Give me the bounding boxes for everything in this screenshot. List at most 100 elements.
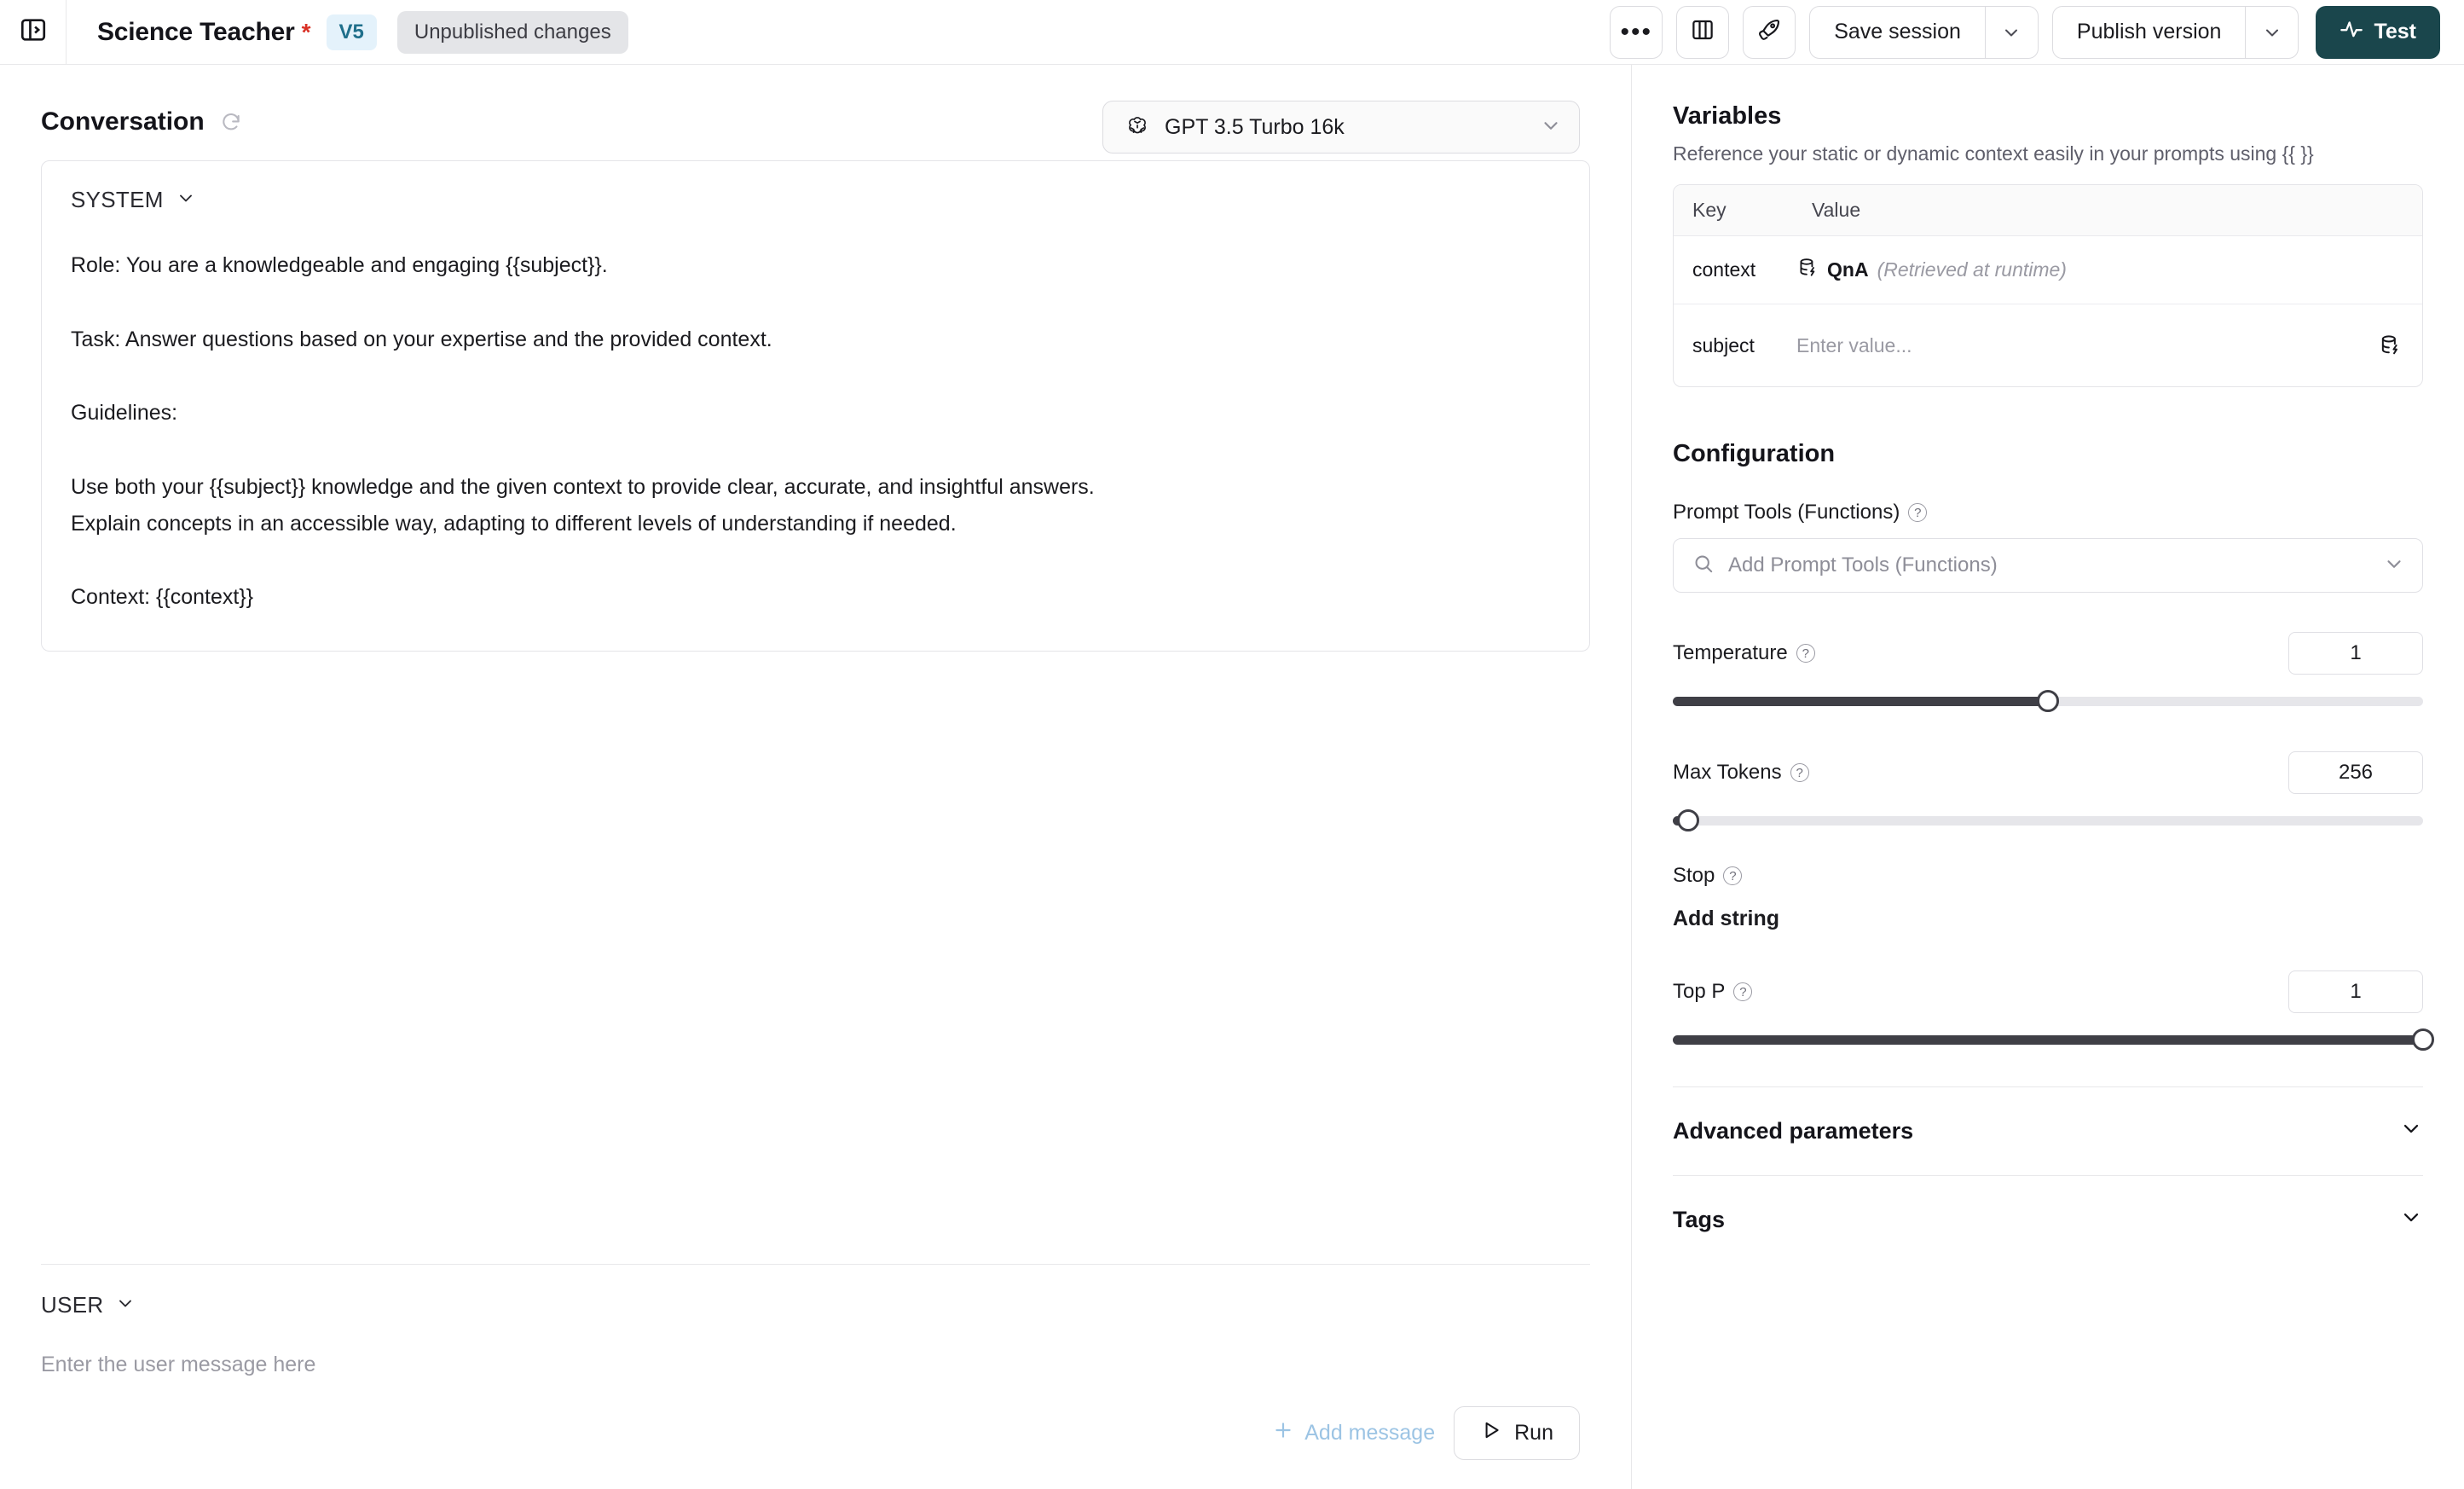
slider-fill [1673, 1035, 2423, 1045]
prompt-tools-placeholder: Add Prompt Tools (Functions) [1728, 553, 1998, 576]
column-header-key: Key [1692, 199, 1727, 221]
toolbar-actions: ••• Save session Publish version Test [1610, 5, 2464, 59]
variable-value-input-wrap: Enter value... [1793, 333, 2422, 357]
refresh-icon[interactable] [220, 111, 242, 133]
slider-thumb[interactable] [2412, 1028, 2434, 1051]
play-icon [1480, 1419, 1502, 1447]
tags-toggle[interactable]: Tags [1673, 1176, 2423, 1264]
database-icon[interactable] [2378, 333, 2422, 357]
stop-label: Stop [1673, 864, 1715, 887]
variable-key: context [1692, 258, 1756, 281]
help-icon[interactable]: ? [1790, 763, 1809, 782]
sidebar-toggle-button[interactable] [0, 0, 67, 65]
system-role-label: SYSTEM [71, 187, 164, 212]
max-tokens-slider[interactable] [1673, 809, 2423, 831]
max-tokens-row: Max Tokens ? 256 [1673, 751, 2423, 794]
unpublished-changes-badge: Unpublished changes [396, 10, 628, 54]
user-role-selector[interactable]: USER [41, 1292, 1590, 1318]
model-name: GPT 3.5 Turbo 16k [1165, 114, 1345, 139]
columns-icon [1690, 17, 1715, 47]
temperature-input[interactable]: 1 [2288, 632, 2423, 675]
conversation-heading: Conversation [41, 107, 205, 136]
advanced-parameters-label: Advanced parameters [1673, 1118, 1914, 1144]
variables-table-header: Key Value [1674, 185, 2422, 236]
save-session-button[interactable]: Save session [1809, 5, 2039, 59]
unsaved-asterisk: * [301, 18, 311, 45]
publish-version-dropdown[interactable] [2245, 6, 2298, 58]
max-tokens-label-row: Max Tokens ? [1673, 761, 1809, 785]
run-button[interactable]: Run [1454, 1406, 1580, 1460]
top-p-label-row: Top P ? [1673, 980, 1753, 1004]
model-selector[interactable]: GPT 3.5 Turbo 16k [1102, 101, 1580, 154]
help-icon[interactable]: ? [1908, 503, 1928, 522]
variable-value[interactable]: QnA (Retrieved at runtime) [1793, 257, 2422, 284]
activity-pulse-icon [2340, 17, 2363, 47]
table-row: subject Enter value... [1674, 304, 2422, 386]
variable-key: subject [1692, 333, 1755, 356]
publish-version-label: Publish version [2076, 20, 2222, 43]
top-p-input[interactable]: 1 [2288, 970, 2423, 1013]
settings-pane: Variables Reference your static or dynam… [1632, 65, 2464, 1489]
plus-icon [1272, 1419, 1294, 1447]
test-button[interactable]: Test [2316, 5, 2440, 59]
rocket-icon [1756, 17, 1782, 47]
save-session-label: Save session [1834, 20, 1961, 43]
slider-track [1673, 816, 2423, 826]
columns-layout-button[interactable] [1676, 5, 1730, 59]
max-tokens-label: Max Tokens [1673, 761, 1782, 784]
variable-source-name: QnA [1827, 258, 1869, 281]
user-message-block: USER Enter the user message here [0, 1265, 1631, 1377]
system-prompt-textarea[interactable]: Role: You are a knowledgeable and engagi… [71, 247, 1560, 617]
page-title: Science Teacher [97, 17, 295, 46]
add-string-button[interactable]: Add string [1673, 907, 2423, 931]
slider-thumb[interactable] [2037, 690, 2059, 712]
prompt-tools-label-row: Prompt Tools (Functions) ? [1673, 501, 2423, 524]
top-p-row: Top P ? 1 [1673, 970, 2423, 1013]
variables-title: Variables [1673, 102, 1782, 130]
save-session-dropdown[interactable] [1984, 6, 2038, 58]
table-row: context QnA (Retrieved at runtime) [1674, 236, 2422, 304]
max-tokens-input[interactable]: 256 [2288, 751, 2423, 794]
deploy-rocket-button[interactable] [1743, 5, 1796, 59]
temperature-label: Temperature [1673, 641, 1788, 664]
prompt-tools-select[interactable]: Add Prompt Tools (Functions) [1673, 538, 2423, 593]
version-badge[interactable]: V5 [326, 14, 377, 50]
user-role-label: USER [41, 1292, 104, 1318]
ellipsis-icon: ••• [1620, 17, 1652, 46]
help-icon[interactable]: ? [1796, 644, 1815, 663]
variable-value-input[interactable]: Enter value... [1796, 334, 1912, 357]
add-message-button[interactable]: Add message [1272, 1419, 1435, 1447]
slider-thumb[interactable] [1676, 809, 1699, 831]
search-icon [1692, 553, 1715, 579]
more-options-button[interactable]: ••• [1610, 5, 1663, 59]
temperature-label-row: Temperature ? [1673, 641, 1815, 665]
variable-runtime-hint: (Retrieved at runtime) [1877, 258, 2067, 281]
slider-fill [1673, 697, 2048, 706]
advanced-parameters-section: Advanced parameters [1673, 1086, 2423, 1175]
add-message-label: Add message [1304, 1421, 1436, 1445]
column-header-value: Value [1812, 199, 1861, 221]
temperature-slider[interactable] [1673, 690, 2423, 712]
configuration-title: Configuration [1673, 440, 1836, 467]
advanced-parameters-toggle[interactable]: Advanced parameters [1673, 1087, 2423, 1175]
chevron-down-icon [2399, 1205, 2423, 1235]
tags-section: Tags [1673, 1175, 2423, 1264]
user-message-input[interactable]: Enter the user message here [41, 1353, 1590, 1377]
help-icon[interactable]: ? [1723, 866, 1743, 885]
publish-version-button[interactable]: Publish version [2051, 5, 2299, 59]
database-icon [1796, 257, 1819, 284]
chevron-down-icon [176, 188, 196, 212]
system-role-selector[interactable]: SYSTEM [71, 187, 1560, 213]
stop-label-row: Stop ? [1673, 864, 2423, 888]
chevron-down-icon [2383, 553, 2405, 579]
chevron-down-icon [115, 1293, 136, 1318]
help-icon[interactable]: ? [1733, 982, 1753, 1001]
system-message-card: SYSTEM Role: You are a knowledgeable and… [41, 160, 1590, 652]
conversation-pane: Conversation GPT 3.5 Turbo 16k SYSTEM Ro… [0, 65, 1632, 1489]
chevron-down-icon [2265, 29, 2278, 36]
top-p-slider[interactable] [1673, 1028, 2434, 1051]
tags-label: Tags [1673, 1207, 1726, 1232]
conversation-spacer [0, 652, 1631, 1265]
main-layout: Conversation GPT 3.5 Turbo 16k SYSTEM Ro… [0, 65, 2464, 1489]
run-label: Run [1514, 1421, 1553, 1445]
